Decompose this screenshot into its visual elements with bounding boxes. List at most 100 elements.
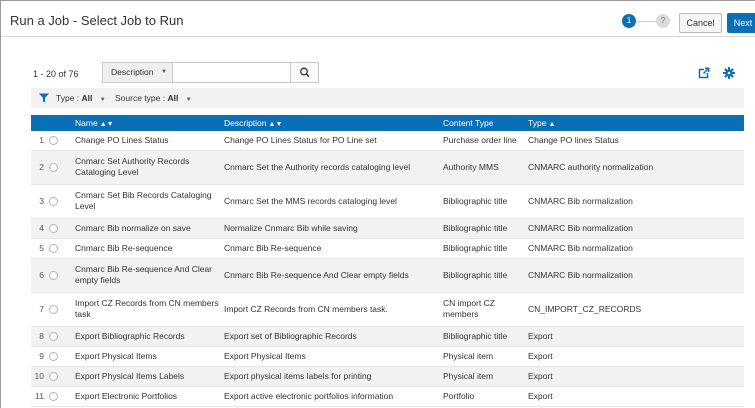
row-radio-button[interactable] [49, 270, 58, 280]
job-name: Cnmarc Set Authority Records Cataloging … [71, 150, 220, 185]
job-content-type: Bibliographic title [439, 326, 524, 347]
export-icon[interactable] [698, 67, 710, 79]
job-name: Export Bibliographic Records [71, 326, 220, 347]
row-radio-button[interactable] [49, 223, 58, 233]
job-name: Cnmarc Bib Re-sequence [71, 238, 220, 259]
type-filter-value: All [81, 93, 93, 103]
job-name: Export Electronic Portfolios [71, 386, 220, 407]
job-name: Cnmarc Set Bib Records Cataloging Level [71, 184, 220, 219]
table-row[interactable]: 7 Import CZ Records from CN members task… [31, 292, 744, 327]
table-row[interactable]: 1 Change PO Lines Status Change PO Lines… [31, 131, 744, 151]
job-type: CNMARC Bib normalization [524, 238, 744, 259]
job-description: Normalize Cnmarc Bib while saving [220, 218, 439, 239]
row-radio-button[interactable] [49, 136, 58, 145]
step-2-indicator[interactable]: ? [656, 14, 670, 28]
job-description: Change PO Lines Status for PO Line set [220, 131, 439, 151]
column-header-description[interactable]: Description ▲▼ [220, 115, 439, 131]
table-row[interactable]: 2 Cnmarc Set Authority Records Catalogin… [31, 150, 744, 185]
table-row[interactable]: 4 Cnmarc Bib normalize on save Normalize… [31, 218, 744, 239]
job-content-type: Bibliographic title [439, 218, 524, 239]
source-type-filter[interactable]: Source type : All ▼ [115, 88, 192, 110]
row-number: 11 [31, 386, 46, 407]
step-1-indicator[interactable]: 1 [622, 14, 636, 28]
row-number: 8 [31, 326, 46, 347]
job-description: Cnmarc Set the Authority records catalog… [220, 150, 439, 185]
header-num [31, 115, 46, 131]
type-filter-label: Type : [56, 93, 80, 103]
job-content-type: Authority MMS [439, 150, 524, 185]
table-row[interactable]: 5 Cnmarc Bib Re-sequence Cnmarc Bib Re-s… [31, 238, 744, 259]
job-content-type: Purchase order line [439, 131, 524, 151]
job-type: CNMARC Bib normalization [524, 258, 744, 293]
job-description: Cnmarc Bib Re-sequence [220, 238, 439, 259]
job-type: Change PO lines Status [524, 131, 744, 151]
job-content-type: Bibliographic title [439, 238, 524, 259]
row-radio-button[interactable] [49, 243, 58, 253]
job-content-type: Physical item [439, 366, 524, 387]
job-description: Import CZ Records from CN members task. [220, 292, 439, 327]
filter-bar: Type : All ▼ Source type : All ▼ [31, 88, 744, 108]
job-name: Export Physical Items [71, 346, 220, 367]
job-description: Cnmarc Set the MMS records cataloging le… [220, 184, 439, 219]
sort-icon: ▲▼ [268, 121, 283, 128]
page-header: Run a Job - Select Job to Run 1 ? Cancel… [1, 1, 755, 37]
job-type: Export [524, 386, 744, 407]
search-icon [300, 67, 310, 77]
row-radio-button[interactable] [49, 162, 58, 172]
job-selection-window: Run a Job - Select Job to Run 1 ? Cancel… [0, 0, 755, 408]
job-type: Export [524, 366, 744, 387]
row-radio-button[interactable] [49, 371, 58, 381]
column-header-content-type[interactable]: Content Type [439, 115, 524, 131]
row-radio-button[interactable] [49, 351, 58, 361]
job-description: Export set of Bibliographic Records [220, 326, 439, 347]
job-type: Export [524, 326, 744, 347]
table-row[interactable]: 10 Export Physical Items Labels Export p… [31, 366, 744, 387]
search-scope-label: Description [111, 67, 154, 77]
source-type-filter-value: All [167, 93, 179, 103]
table-row[interactable]: 6 Cnmarc Bib Re-sequence And Clear empty… [31, 258, 744, 293]
jobs-table: Name ▲▼ Description ▲▼ Content Type Type ▲ … [31, 115, 744, 407]
job-type: CNMARC Bib normalization [524, 218, 744, 239]
row-radio-button[interactable] [49, 331, 58, 341]
job-content-type: Bibliographic title [439, 184, 524, 219]
table-row[interactable]: 3 Cnmarc Set Bib Records Cataloging Leve… [31, 184, 744, 219]
chevron-down-icon: ▼ [185, 97, 192, 103]
job-name: Import CZ Records from CN members task [71, 292, 220, 327]
search-scope-dropdown[interactable]: Description ▼ [103, 63, 173, 82]
row-radio-button[interactable] [49, 304, 58, 314]
table-row[interactable]: 9 Export Physical Items Export Physical … [31, 346, 744, 367]
row-radio-button[interactable] [49, 391, 58, 401]
search-bar: Description ▼ [102, 62, 319, 83]
job-description: Export active electronic portfolios info… [220, 386, 439, 407]
row-number: 2 [31, 150, 46, 185]
row-number: 10 [31, 366, 46, 387]
row-number: 7 [31, 292, 46, 327]
next-button[interactable]: Next [727, 13, 755, 33]
column-header-name[interactable]: Name ▲▼ [71, 115, 220, 131]
job-content-type: Physical item [439, 346, 524, 367]
job-type: CNMARC authority normalization [524, 150, 744, 185]
table-row[interactable]: 8 Export Bibliographic Records Export se… [31, 326, 744, 347]
job-content-type: CN import CZ members [439, 292, 524, 327]
job-description: Cnmarc Bib Re-sequence And Clear empty f… [220, 258, 439, 293]
filter-icon[interactable] [39, 93, 49, 103]
type-filter[interactable]: Type : All ▼ [56, 88, 106, 110]
results-count: 1 - 20 of 76 [33, 69, 79, 79]
job-name: Change PO Lines Status [71, 131, 220, 151]
header-select [46, 115, 71, 131]
job-name: Export Physical Items Labels [71, 366, 220, 387]
column-header-type[interactable]: Type ▲ [524, 115, 744, 131]
job-type: CNMARC Bib normalization [524, 184, 744, 219]
row-number: 6 [31, 258, 46, 293]
job-description: Export physical items labels for printin… [220, 366, 439, 387]
cancel-button[interactable]: Cancel [679, 13, 722, 33]
job-content-type: Bibliographic title [439, 258, 524, 293]
search-input[interactable] [174, 63, 290, 82]
row-radio-button[interactable] [49, 196, 58, 206]
search-button[interactable] [290, 63, 318, 82]
job-name: Cnmarc Bib normalize on save [71, 218, 220, 239]
job-content-type: Portfolio [439, 386, 524, 407]
gear-icon[interactable] [723, 67, 735, 79]
step-connector [636, 21, 656, 22]
table-row[interactable]: 11 Export Electronic Portfolios Export a… [31, 386, 744, 407]
